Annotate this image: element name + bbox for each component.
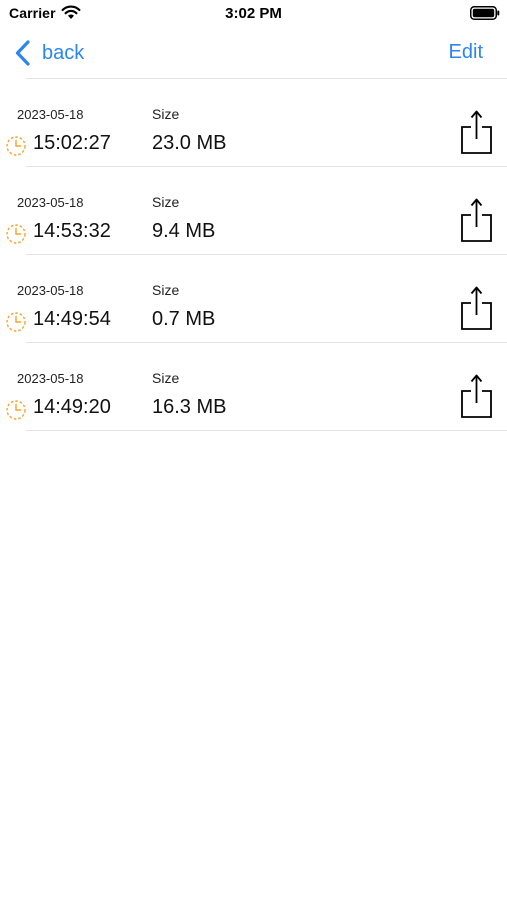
rows-container: 2023-05-18 15:02:27 Size 23.0 MB 2023-05… bbox=[0, 79, 507, 431]
back-button[interactable]: back bbox=[14, 38, 84, 68]
status-time: 3:02 PM bbox=[225, 5, 282, 22]
edit-button[interactable]: Edit bbox=[449, 41, 483, 64]
share-icon[interactable] bbox=[460, 373, 493, 419]
back-label: back bbox=[42, 41, 85, 64]
recording-row[interactable]: 2023-05-18 14:49:20 Size 16.3 MB bbox=[0, 343, 507, 431]
clock-icon bbox=[6, 400, 26, 420]
size-label: Size bbox=[152, 194, 180, 210]
size-label: Size bbox=[152, 106, 180, 122]
status-bar: Carrier 3:02 PM bbox=[0, 0, 507, 28]
share-icon[interactable] bbox=[460, 197, 493, 243]
recording-date: 2023-05-18 bbox=[17, 195, 84, 210]
recording-size: 0.7 MB bbox=[152, 308, 216, 330]
navigation-bar: back Edit bbox=[0, 28, 507, 78]
share-icon[interactable] bbox=[460, 109, 493, 155]
recordings-list: 2023-05-18 15:02:27 Size 23.0 MB 2023-05… bbox=[0, 79, 507, 431]
recording-size: 9.4 MB bbox=[152, 220, 216, 242]
clock-icon bbox=[6, 312, 26, 332]
size-label: Size bbox=[152, 370, 180, 386]
recording-size: 23.0 MB bbox=[152, 132, 227, 154]
recording-row[interactable]: 2023-05-18 14:49:54 Size 0.7 MB bbox=[0, 255, 507, 343]
recording-time: 14:49:54 bbox=[33, 308, 111, 330]
recording-row[interactable]: 2023-05-18 15:02:27 Size 23.0 MB bbox=[0, 79, 507, 167]
recording-time: 14:49:20 bbox=[33, 396, 111, 418]
clock-icon bbox=[6, 136, 26, 156]
recording-size: 16.3 MB bbox=[152, 396, 227, 418]
recording-date: 2023-05-18 bbox=[17, 107, 84, 122]
clock-icon bbox=[6, 224, 26, 244]
screen: Carrier 3:02 PM back Edit 2023-05-18 15:… bbox=[0, 0, 507, 900]
share-icon[interactable] bbox=[460, 285, 493, 331]
size-label: Size bbox=[152, 282, 180, 298]
chevron-left-icon bbox=[15, 40, 30, 66]
recording-time: 14:53:32 bbox=[33, 220, 111, 242]
row-divider bbox=[26, 430, 507, 431]
battery-icon bbox=[470, 6, 500, 20]
recording-row[interactable]: 2023-05-18 14:53:32 Size 9.4 MB bbox=[0, 167, 507, 255]
recording-date: 2023-05-18 bbox=[17, 371, 84, 386]
recording-date: 2023-05-18 bbox=[17, 283, 84, 298]
recording-time: 15:02:27 bbox=[33, 132, 111, 154]
